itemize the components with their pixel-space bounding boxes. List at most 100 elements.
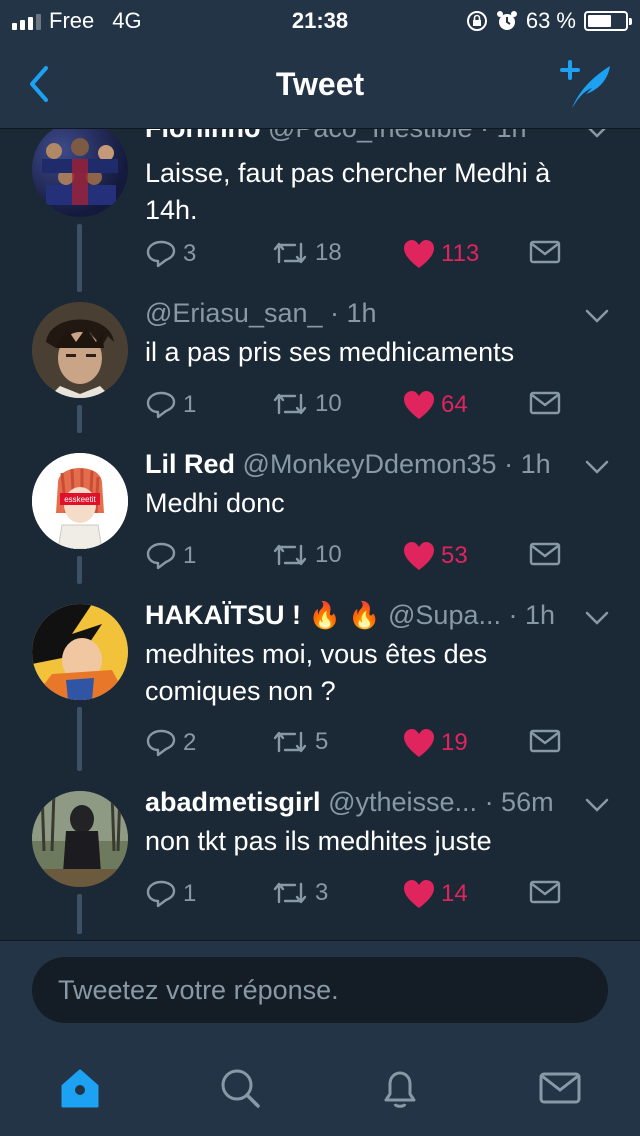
chevron-down-icon[interactable] [584,797,610,813]
retweet-icon [273,731,307,753]
thread-line [77,707,82,771]
reply-count: 1 [183,880,197,907]
direct-message-button[interactable] [529,239,561,265]
retweet-button[interactable]: 3 [271,879,328,907]
cartoon-character-image: esskeetit [32,453,128,549]
tweet[interactable]: abadmetisgirl @ytheisse... · 56m non tkt… [0,769,640,940]
display-name[interactable]: Floriinho [145,129,260,143]
retweet-icon [273,393,307,415]
retweet-icon [273,242,307,264]
chevron-down-icon[interactable] [584,308,610,324]
reply-count: 2 [183,729,197,756]
team-photo-image [42,138,118,205]
compose-tweet-icon[interactable] [558,60,614,110]
reply-count: 1 [183,391,197,418]
avatar[interactable]: esskeetit [32,453,128,549]
home-icon[interactable] [58,1066,102,1110]
avatar[interactable] [32,604,128,700]
like-count: 53 [441,542,468,569]
retweet-button[interactable]: 18 [271,239,342,267]
avatar[interactable] [32,302,128,398]
retweet-icon [273,882,307,904]
like-button[interactable]: 64 [403,390,468,420]
user-handle[interactable]: @Eriasu_san_ [145,298,323,328]
like-count: 113 [441,240,480,267]
display-name[interactable]: abadmetisgirl [145,787,321,817]
tweet-text: il a pas pris ses medhicaments [145,337,515,367]
tweet-actions: 1 10 64 [145,390,585,426]
fire-emoji: 🔥 🔥 [308,600,381,630]
direct-message-button[interactable] [529,541,561,567]
chevron-down-icon[interactable] [584,610,610,626]
retweet-button[interactable]: 10 [271,541,342,569]
person-photo-image [32,791,128,887]
avatar-label-text: esskeetit [64,495,96,504]
alarm-icon [496,11,517,30]
display-name[interactable]: HAKAÏTSU ! [145,600,301,630]
heart-icon [404,542,434,570]
like-button[interactable]: 19 [403,728,468,758]
tweet-time: · 1h [508,600,556,630]
like-count: 14 [441,880,468,907]
tweet-time: · 1h [330,298,377,328]
tweet-text: Laisse, faut pas chercher Medhi à 14h. [145,158,551,225]
like-button[interactable]: 53 [403,541,468,571]
retweet-button[interactable]: 5 [271,728,328,756]
like-count: 64 [441,391,468,418]
envelope-icon [529,542,561,566]
user-handle[interactable]: @Paco_Inestible [268,129,473,143]
direct-message-button[interactable] [529,390,561,416]
status-bar: Free 4G 21:38 63 % [0,0,640,40]
tweet-time: · 1h [504,449,551,479]
thread-line [77,405,82,433]
retweet-count: 10 [315,390,342,417]
user-handle[interactable]: @Supa... [388,600,501,630]
avatar[interactable] [32,791,128,887]
retweet-button[interactable]: 10 [271,390,342,418]
retweet-count: 18 [315,239,342,266]
avatar[interactable] [32,129,128,217]
page-title: Tweet [275,66,365,102]
notifications-bell-icon[interactable] [378,1066,422,1110]
reply-button[interactable]: 1 [145,541,196,571]
tweet-header: abadmetisgirl @ytheisse... · 56m [145,787,580,818]
tweet[interactable]: esskeetit Lil Red @MonkeyDdemon35 · 1h M… [0,431,640,584]
tweet[interactable]: @Eriasu_san_ · 1h il a pas pris ses medh… [0,280,640,433]
user-handle[interactable]: @ytheisse... [328,787,477,817]
display-name[interactable]: Lil Red [145,449,235,479]
reply-icon [146,542,176,570]
battery-fill [588,15,611,27]
chevron-down-icon[interactable] [584,129,610,139]
reply-input[interactable] [32,957,608,1023]
retweet-count: 5 [315,728,329,755]
tweet-actions: 3 18 113 [145,239,585,275]
reply-button[interactable]: 1 [145,390,196,420]
tab-bar [0,1040,640,1136]
user-handle[interactable]: @MonkeyDdemon35 [243,449,497,479]
chevron-down-icon[interactable] [584,459,610,475]
tweet-actions: 2 5 19 [145,728,585,764]
direct-message-button[interactable] [529,728,561,754]
direct-message-button[interactable] [529,879,561,905]
like-button[interactable]: 14 [403,879,468,909]
reply-button[interactable]: 3 [145,239,196,269]
heart-icon [404,391,434,419]
reply-icon [146,391,176,419]
envelope-icon [529,880,561,904]
reply-button[interactable]: 2 [145,728,196,758]
tweet-header: @Eriasu_san_ · 1h [145,298,580,329]
orientation-lock-icon [466,11,487,31]
tweet-header: HAKAÏTSU ! 🔥 🔥 @Supa... · 1h [145,600,580,631]
battery-icon [584,11,632,31]
search-icon[interactable] [218,1066,262,1110]
messages-envelope-icon[interactable] [538,1066,582,1110]
reply-composer [0,940,640,1041]
tweet-actions: 1 3 14 [145,879,585,915]
heart-icon [404,240,434,268]
tweet-text: medhites moi, vous êtes des comiques non… [145,639,488,706]
tweet-text: non tkt pas ils medhites juste [145,826,492,856]
reply-button[interactable]: 1 [145,879,196,909]
tweet-text: Medhi donc [145,488,285,518]
like-button[interactable]: 113 [403,239,479,269]
tweet[interactable]: HAKAÏTSU ! 🔥 🔥 @Supa... · 1h medhites mo… [0,582,640,771]
